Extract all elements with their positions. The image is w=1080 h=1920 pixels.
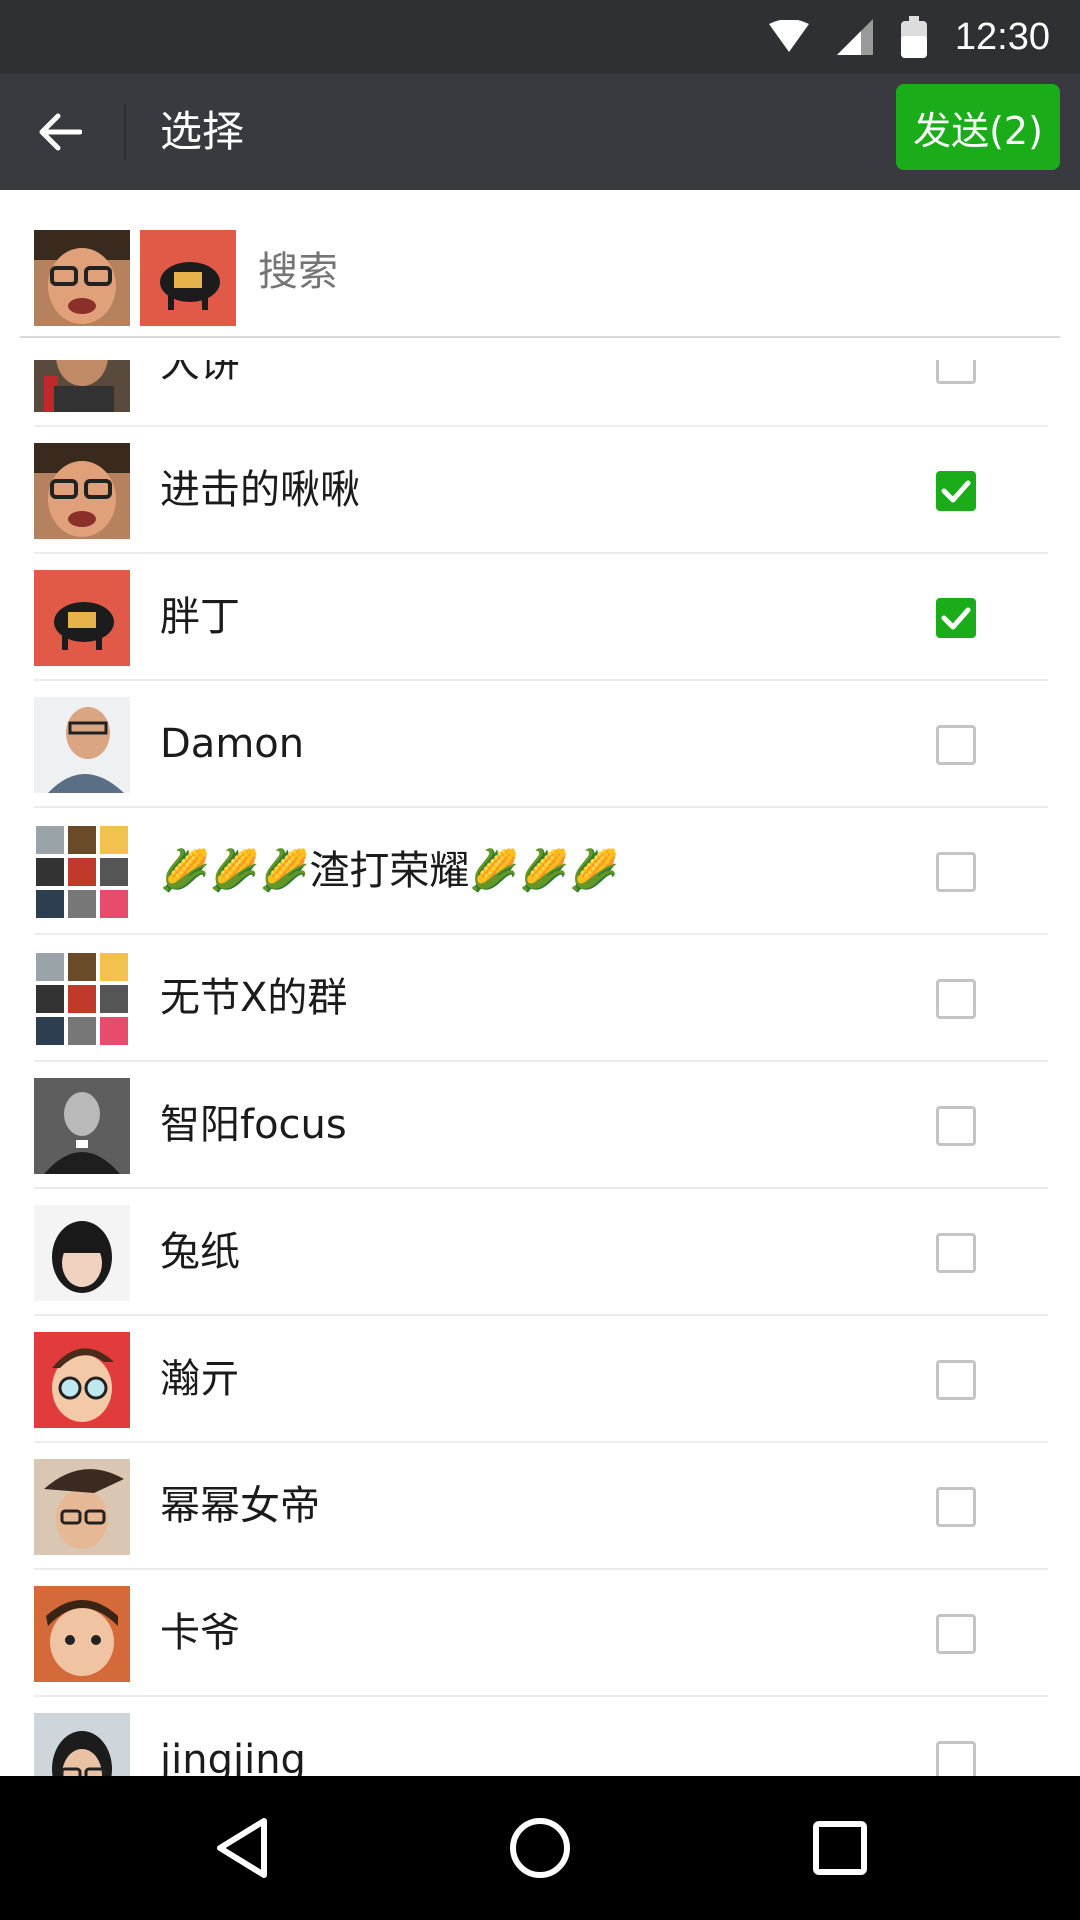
contact-name: 卡爷 xyxy=(160,1610,240,1656)
contact-avatar xyxy=(34,697,130,793)
contact-checkbox[interactable] xyxy=(936,1360,976,1400)
contact-name: Damon xyxy=(160,721,305,767)
contact-checkbox[interactable] xyxy=(936,725,976,765)
contact-row[interactable]: 瀚亓 xyxy=(0,1316,1080,1443)
wifi-icon xyxy=(768,20,809,52)
navigation-bar xyxy=(0,1776,1080,1920)
contact-avatar xyxy=(34,1586,130,1682)
contact-avatar xyxy=(34,1713,130,1776)
contact-avatar xyxy=(34,1332,130,1428)
battery-icon xyxy=(900,16,927,58)
contact-checkbox[interactable] xyxy=(936,360,976,384)
arrow-left-icon xyxy=(39,113,82,151)
contact-name: 幂幂女帝 xyxy=(160,1483,320,1529)
contact-list[interactable]: 大饼进击的啾啾胖丁 Damon 🌽🌽🌽渣打荣耀🌽🌽🌽 无节X的群智阳focus 兔纸瀚亓… xyxy=(0,360,1080,1776)
contact-checkbox[interactable] xyxy=(936,598,976,638)
search-underline xyxy=(20,336,1060,338)
search-input[interactable] xyxy=(256,248,960,296)
contact-avatar xyxy=(34,360,130,412)
header-divider xyxy=(124,104,126,160)
contact-name: 进击的啾啾 xyxy=(160,467,360,513)
contact-row[interactable]: 大饼 xyxy=(0,360,1080,427)
status-icons: 12:30 xyxy=(768,0,1050,74)
circle-home-icon xyxy=(510,1818,570,1878)
contact-avatar xyxy=(34,824,130,920)
signal-icon xyxy=(836,19,873,55)
contact-checkbox[interactable] xyxy=(936,1614,976,1654)
contact-row[interactable]: 兔纸 xyxy=(0,1189,1080,1316)
checkmark-icon xyxy=(941,480,971,503)
send-button[interactable]: 发送(2) xyxy=(896,84,1060,170)
contact-checkbox[interactable] xyxy=(936,1741,976,1776)
status-time: 12:30 xyxy=(954,15,1050,58)
square-recents-icon xyxy=(813,1821,867,1875)
selected-avatar-pig[interactable] xyxy=(140,230,236,326)
contact-avatar xyxy=(34,1459,130,1555)
contact-avatar xyxy=(34,1205,130,1301)
contact-checkbox[interactable] xyxy=(936,852,976,892)
back-button[interactable] xyxy=(30,102,90,162)
triangle-back-icon xyxy=(217,1818,267,1878)
contact-row[interactable]: 智阳focus xyxy=(0,1062,1080,1189)
contact-name: 🌽🌽🌽渣打荣耀🌽🌽🌽 xyxy=(160,848,619,894)
search-area xyxy=(0,190,1080,360)
contact-row[interactable]: 幂幂女帝 xyxy=(0,1443,1080,1570)
contact-row[interactable]: Damon xyxy=(0,681,1080,808)
nav-recents-button[interactable] xyxy=(804,1812,876,1884)
contact-name: 兔纸 xyxy=(160,1229,240,1275)
contact-name: 胖丁 xyxy=(160,594,240,640)
contact-checkbox[interactable] xyxy=(936,979,976,1019)
page-title: 选择 xyxy=(160,107,245,156)
checkmark-icon xyxy=(941,607,971,630)
contact-name: 无节X的群 xyxy=(160,975,348,1021)
contact-row[interactable]: 🌽🌽🌽渣打荣耀🌽🌽🌽 xyxy=(0,808,1080,935)
contact-row[interactable]: jingjing xyxy=(0,1697,1080,1776)
contact-row[interactable]: 胖丁 xyxy=(0,554,1080,681)
contact-avatar xyxy=(34,1078,130,1174)
contact-row[interactable]: 无节X的群 xyxy=(0,935,1080,1062)
contact-row[interactable]: 卡爷 xyxy=(0,1570,1080,1697)
nav-home-button[interactable] xyxy=(504,1812,576,1884)
contact-name: 大饼 xyxy=(160,360,240,386)
contact-avatar xyxy=(34,570,130,666)
contact-checkbox[interactable] xyxy=(936,1106,976,1146)
app-bar: 选择 发送(2) xyxy=(0,74,1080,190)
contact-avatar xyxy=(34,951,130,1047)
contact-name: 瀚亓 xyxy=(160,1356,240,1402)
contact-checkbox[interactable] xyxy=(936,471,976,511)
contact-name: 智阳focus xyxy=(160,1102,347,1148)
status-bar: 12:30 xyxy=(0,0,1080,74)
nav-back-button[interactable] xyxy=(206,1812,278,1884)
contact-checkbox[interactable] xyxy=(936,1487,976,1527)
contact-checkbox[interactable] xyxy=(936,1233,976,1273)
contact-avatar xyxy=(34,443,130,539)
contact-row[interactable]: 进击的啾啾 xyxy=(0,427,1080,554)
contact-name: jingjing xyxy=(160,1737,306,1776)
contact-list-inner: 大饼进击的啾啾胖丁 Damon 🌽🌽🌽渣打荣耀🌽🌽🌽 无节X的群智阳focus 兔纸瀚亓… xyxy=(0,360,1080,1776)
selected-avatar-glasses-face[interactable] xyxy=(34,230,130,326)
